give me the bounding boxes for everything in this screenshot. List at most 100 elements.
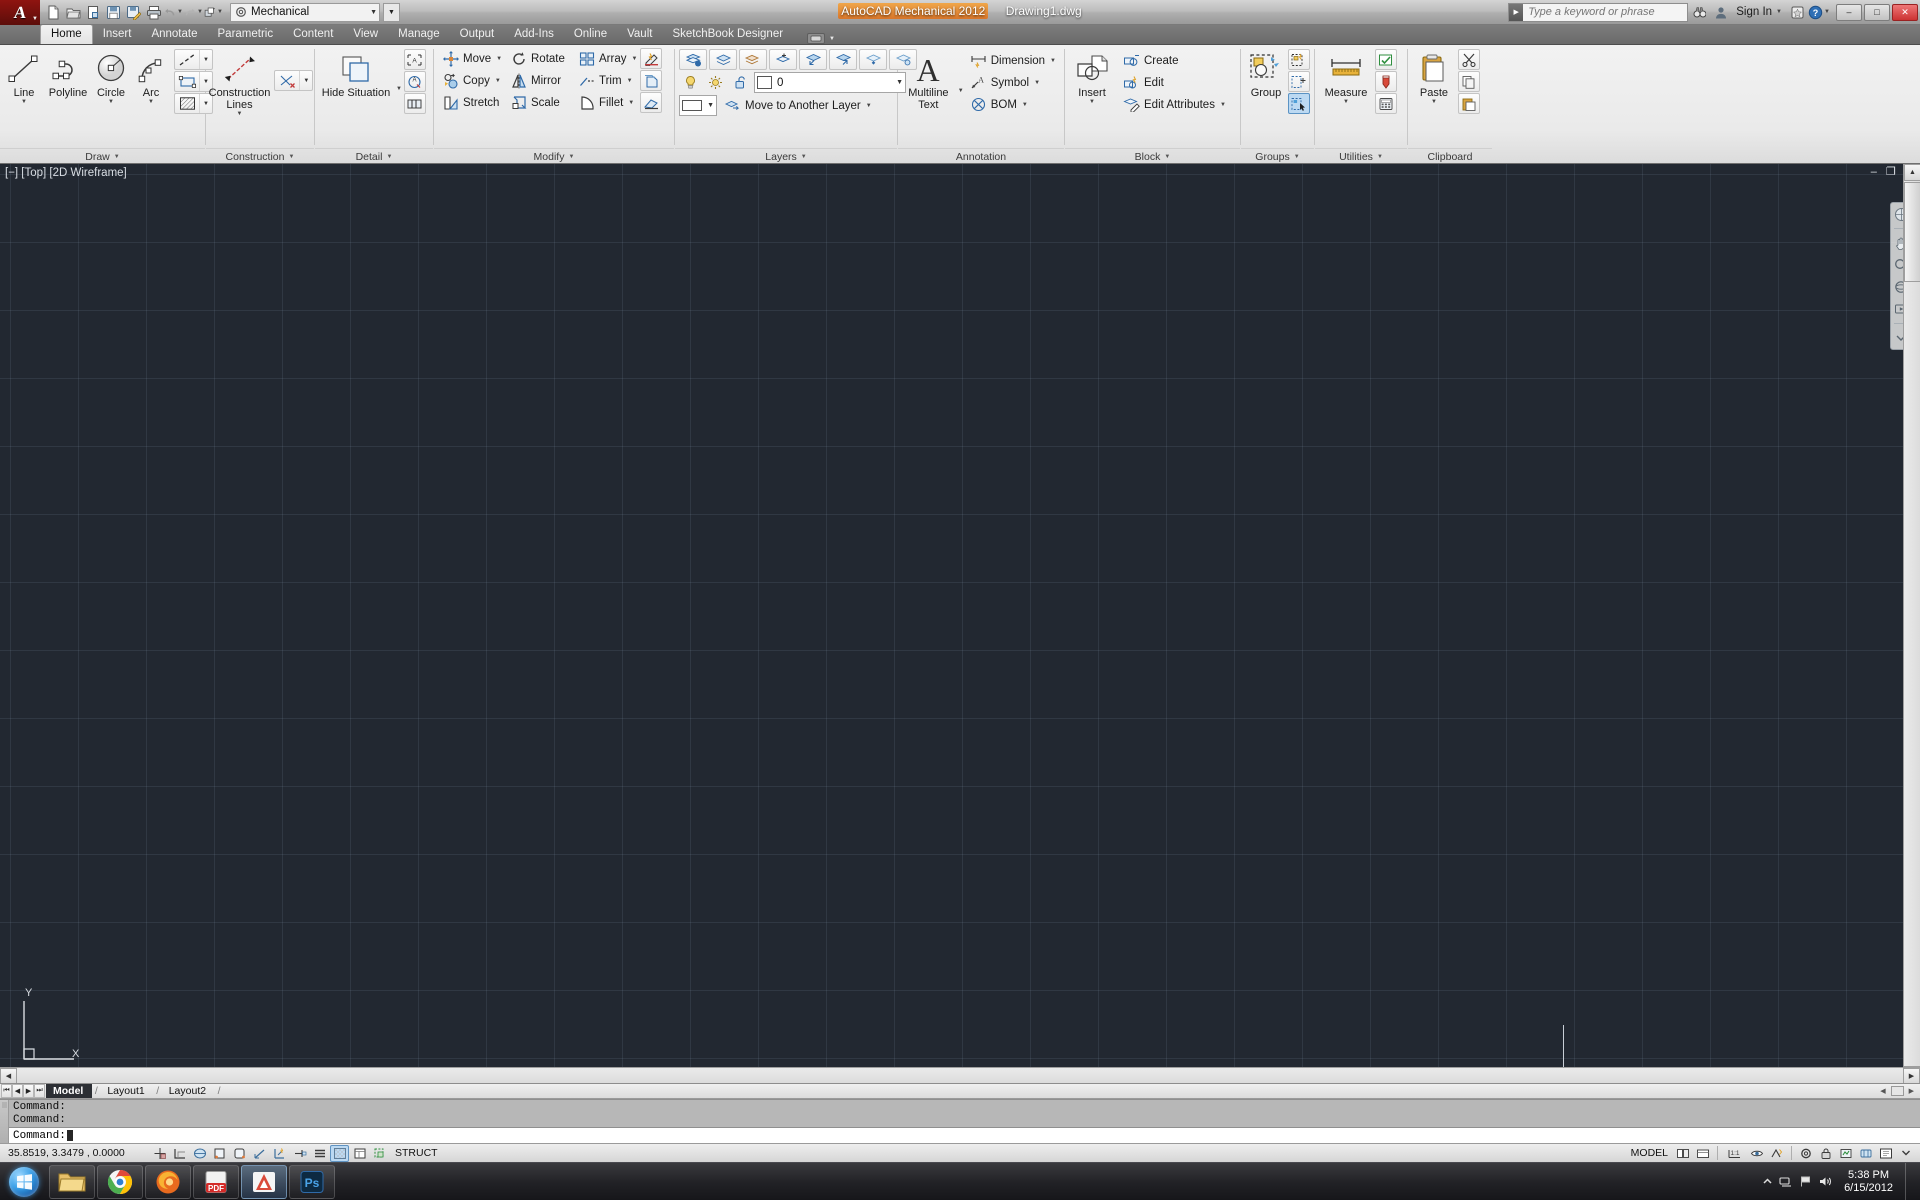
modify-rotate-button[interactable]: Rotate bbox=[506, 48, 574, 69]
annotation-bom-button[interactable]: BOM ▼ bbox=[966, 94, 1060, 115]
transparency-display-toggle[interactable] bbox=[330, 1144, 349, 1162]
layer-group-label[interactable]: STRUCT bbox=[390, 1147, 443, 1159]
selection-cycling-toggle[interactable] bbox=[370, 1145, 389, 1162]
scroll-up-button[interactable]: ▲ bbox=[1904, 164, 1920, 181]
modify-fillet-button[interactable]: Fillet ▼ bbox=[574, 92, 638, 113]
draw-arc-button[interactable]: Arc ▼ bbox=[132, 48, 170, 107]
copy-clip-button[interactable] bbox=[1458, 71, 1480, 92]
power-erase-button[interactable] bbox=[640, 92, 662, 113]
osnap-tracking-toggle[interactable] bbox=[250, 1145, 269, 1162]
layer-on-toggle[interactable] bbox=[679, 72, 701, 93]
multiline-text-button[interactable]: A Multiline Text bbox=[902, 48, 955, 112]
detail-view-button[interactable]: A bbox=[403, 71, 426, 92]
point-style-button[interactable] bbox=[1375, 71, 1397, 92]
batch-plot-button[interactable]: ▼ bbox=[204, 2, 223, 22]
quick-view-drawings-button[interactable] bbox=[1693, 1145, 1712, 1162]
chevron-down-icon[interactable]: ▼ bbox=[1220, 102, 1226, 108]
chevron-down-icon[interactable]: ▼ bbox=[627, 78, 633, 84]
help-search-button[interactable] bbox=[1688, 2, 1710, 22]
close-button[interactable]: ✕ bbox=[1892, 3, 1918, 21]
modify-copy-button[interactable]: Copy ▼ bbox=[438, 70, 506, 91]
block-create-button[interactable]: Create bbox=[1119, 50, 1230, 71]
workspace-selector[interactable]: Mechanical ▼ bbox=[230, 2, 380, 22]
horizontal-scrollbar[interactable]: ◀ ▶ bbox=[0, 1067, 1920, 1083]
chevron-down-icon[interactable]: ▼ bbox=[1034, 80, 1040, 86]
block-edit-button[interactable]: Edit bbox=[1119, 72, 1230, 93]
paste-button[interactable]: Paste ▼ bbox=[1412, 48, 1456, 107]
tab-output[interactable]: Output bbox=[450, 24, 505, 44]
isolate-objects-button[interactable] bbox=[1856, 1145, 1875, 1162]
toolbar-lock-button[interactable] bbox=[1816, 1145, 1835, 1162]
chevron-down-icon[interactable]: ▼ bbox=[631, 56, 637, 62]
search-input[interactable] bbox=[1523, 6, 1688, 18]
chevron-down-icon[interactable]: ▼ bbox=[568, 154, 574, 160]
ortho-mode-toggle[interactable] bbox=[190, 1145, 209, 1162]
layer-match-button[interactable] bbox=[739, 49, 767, 70]
sign-in-icon-button[interactable] bbox=[1710, 2, 1732, 22]
lineweight-display-toggle[interactable] bbox=[310, 1145, 329, 1162]
help-button[interactable]: ? ▼ bbox=[1808, 2, 1830, 22]
vertical-scrollbar[interactable]: ▲ ▼ bbox=[1903, 164, 1920, 1083]
chevron-down-icon[interactable]: ▼ bbox=[958, 88, 964, 94]
action-center-button[interactable] bbox=[1799, 1175, 1812, 1188]
insert-block-button[interactable]: Insert ▼ bbox=[1069, 48, 1115, 107]
dynamic-ucs-toggle[interactable] bbox=[270, 1145, 289, 1162]
next-layout-button[interactable]: ▶ bbox=[23, 1084, 34, 1098]
chevron-down-icon[interactable]: ▼ bbox=[114, 154, 120, 160]
chevron-down-icon[interactable]: ▼ bbox=[148, 99, 154, 106]
panel-title-utilities[interactable]: Utilities ▼ bbox=[1315, 148, 1407, 164]
layer-manager-button[interactable] bbox=[709, 49, 737, 70]
status-bar-menu-button[interactable] bbox=[1896, 1145, 1915, 1162]
move-to-another-layer-button[interactable]: Move to Another Layer ▼ bbox=[720, 95, 876, 116]
tab-vault[interactable]: Vault bbox=[617, 24, 662, 44]
ribbon-display-options[interactable]: ▼ bbox=[807, 33, 835, 44]
open-file-button[interactable] bbox=[64, 2, 83, 22]
taskbar-item-windows-explorer[interactable] bbox=[49, 1164, 95, 1199]
chevron-down-icon[interactable]: ▼ bbox=[1294, 154, 1300, 160]
layer-previous-button[interactable] bbox=[799, 49, 827, 70]
layout-tab-model[interactable]: Model bbox=[46, 1084, 93, 1098]
taskbar-item-adobe-reader[interactable]: PDF bbox=[193, 1164, 239, 1199]
viewport-minimize-button[interactable]: – bbox=[1871, 167, 1877, 178]
layer-lock-toggle[interactable] bbox=[729, 72, 751, 93]
tab-sketchbook-designer[interactable]: SketchBook Designer bbox=[662, 24, 793, 44]
previous-layout-button[interactable]: ◀ bbox=[12, 1084, 23, 1098]
chevron-down-icon[interactable]: ▼ bbox=[801, 154, 807, 160]
minimize-button[interactable]: – bbox=[1836, 3, 1862, 21]
taskbar-item-photoshop[interactable]: Ps bbox=[289, 1164, 335, 1199]
panel-title-clipboard[interactable]: Clipboard bbox=[1408, 148, 1492, 164]
taskbar-item-google-chrome[interactable] bbox=[97, 1164, 143, 1199]
exchange-apps-button[interactable] bbox=[1786, 2, 1808, 22]
chevron-down-icon[interactable]: ▼ bbox=[495, 78, 501, 84]
chevron-down-icon[interactable]: ▼ bbox=[1164, 154, 1170, 160]
viewport-controls-label[interactable]: [−] [Top] [2D Wireframe] bbox=[5, 167, 127, 179]
redo-button[interactable]: ▼ bbox=[184, 2, 203, 22]
chevron-down-icon[interactable]: ▼ bbox=[1431, 99, 1437, 106]
sheet-set-button[interactable] bbox=[84, 2, 103, 22]
group-selection-toggle-button[interactable] bbox=[1288, 93, 1310, 114]
clean-screen-button[interactable] bbox=[1876, 1145, 1895, 1162]
hardware-acceleration-button[interactable] bbox=[1836, 1145, 1855, 1162]
volume-button[interactable] bbox=[1818, 1175, 1832, 1188]
chevron-down-icon[interactable]: ▼ bbox=[1022, 102, 1028, 108]
plot-button[interactable] bbox=[144, 2, 163, 22]
network-status-button[interactable] bbox=[1779, 1175, 1793, 1188]
measure-button[interactable]: Measure ▼ bbox=[1319, 48, 1373, 107]
chevron-down-icon[interactable]: ▼ bbox=[21, 99, 27, 106]
annotation-symbol-button[interactable]: A Symbol ▼ bbox=[966, 72, 1060, 93]
cut-button[interactable] bbox=[1458, 49, 1480, 70]
tab-insert[interactable]: Insert bbox=[93, 24, 142, 44]
vertical-scroll-thumb[interactable] bbox=[1904, 182, 1920, 282]
draw-circle-button[interactable]: Circle ▼ bbox=[92, 48, 130, 107]
panel-title-modify[interactable]: Modify ▼ bbox=[434, 148, 674, 164]
chevron-down-icon[interactable]: ▼ bbox=[237, 111, 243, 118]
annotation-dimension-button[interactable]: Dimension ▼ bbox=[966, 50, 1060, 71]
coordinate-display[interactable]: 35.8519, 3.3479 , 0.0000 bbox=[0, 1147, 150, 1159]
search-dropdown-arrow-icon[interactable]: ▶ bbox=[1509, 3, 1524, 21]
modify-trim-button[interactable]: Trim ▼ bbox=[574, 70, 638, 91]
save-as-button[interactable] bbox=[124, 2, 143, 22]
layer-properties-button[interactable] bbox=[679, 49, 707, 70]
tab-manage[interactable]: Manage bbox=[388, 24, 450, 44]
tab-home[interactable]: Home bbox=[40, 24, 93, 44]
dynamic-input-toggle[interactable] bbox=[290, 1145, 309, 1162]
